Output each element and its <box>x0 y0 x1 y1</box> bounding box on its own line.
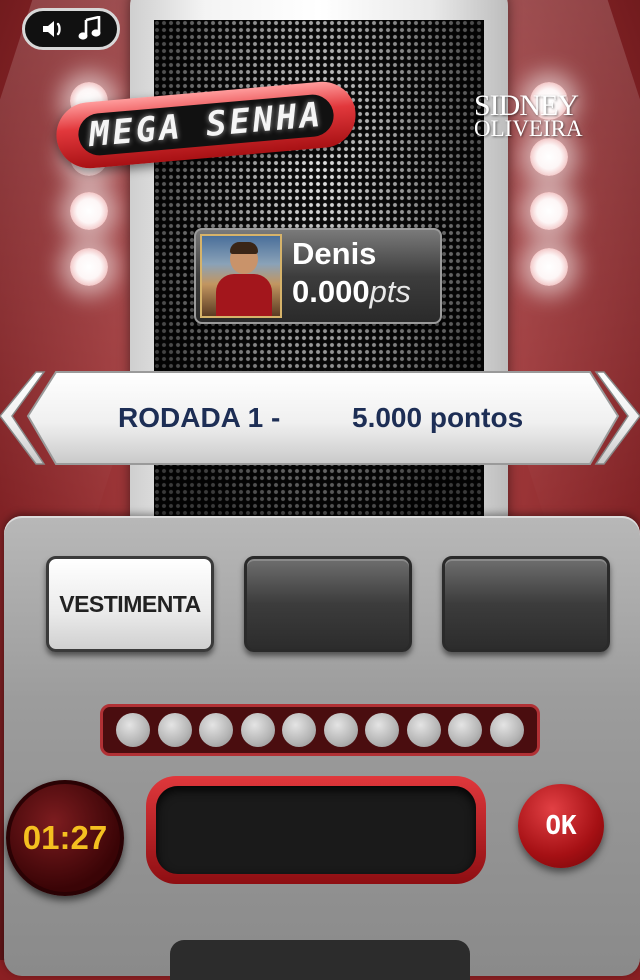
answer-input-frame <box>146 776 486 884</box>
avatar <box>200 234 282 318</box>
clue-tile-label: VESTIMENTA <box>59 590 201 617</box>
bottom-tab[interactable] <box>170 940 470 980</box>
round-points: 5.000 pontos <box>352 402 524 433</box>
countdown-timer: 01:27 <box>6 780 124 896</box>
answer-input[interactable] <box>156 786 476 874</box>
player-score: 0.000pts <box>292 274 411 310</box>
letter-slot <box>365 713 400 747</box>
player-card: Denis 0.000pts <box>194 228 442 324</box>
letter-slot <box>489 713 524 747</box>
sound-toggle[interactable] <box>22 8 120 50</box>
ok-button-label: OK <box>545 811 577 841</box>
stage-light-icon <box>530 138 568 176</box>
stage-light-icon <box>530 192 568 230</box>
player-name: Denis <box>292 236 377 271</box>
timer-value: 01:27 <box>22 819 108 856</box>
letter-slot <box>448 713 483 747</box>
letter-slot <box>240 713 275 747</box>
ok-button[interactable]: OK <box>518 784 604 868</box>
logo-text: MEGA SENHA <box>87 94 325 156</box>
sponsor-logo: SIDNEY OLIVEIRA <box>474 89 624 141</box>
clue-tile-3[interactable] <box>442 556 610 652</box>
clue-tile-1[interactable]: VESTIMENTA <box>46 556 214 652</box>
player-score-value: 0.000 <box>292 274 370 309</box>
sponsor-name-line2: OLIVEIRA <box>474 116 583 141</box>
letter-slot <box>199 713 234 747</box>
letter-slots <box>100 704 540 756</box>
stage-light-icon <box>530 248 568 286</box>
stage-light-icon <box>70 248 108 286</box>
speaker-icon[interactable] <box>40 17 68 41</box>
round-banner <box>0 368 640 468</box>
letter-slot <box>157 713 192 747</box>
music-note-icon[interactable] <box>78 16 102 42</box>
letter-slot <box>406 713 441 747</box>
player-score-unit: pts <box>369 274 411 309</box>
clue-tile-2[interactable] <box>244 556 412 652</box>
sponsor-name-line1: SIDNEY <box>474 89 579 122</box>
round-label: RODADA 1 - <box>118 402 281 433</box>
letter-slot <box>116 713 151 747</box>
stage-light-icon <box>70 192 108 230</box>
letter-slot <box>323 713 358 747</box>
letter-slot <box>282 713 317 747</box>
